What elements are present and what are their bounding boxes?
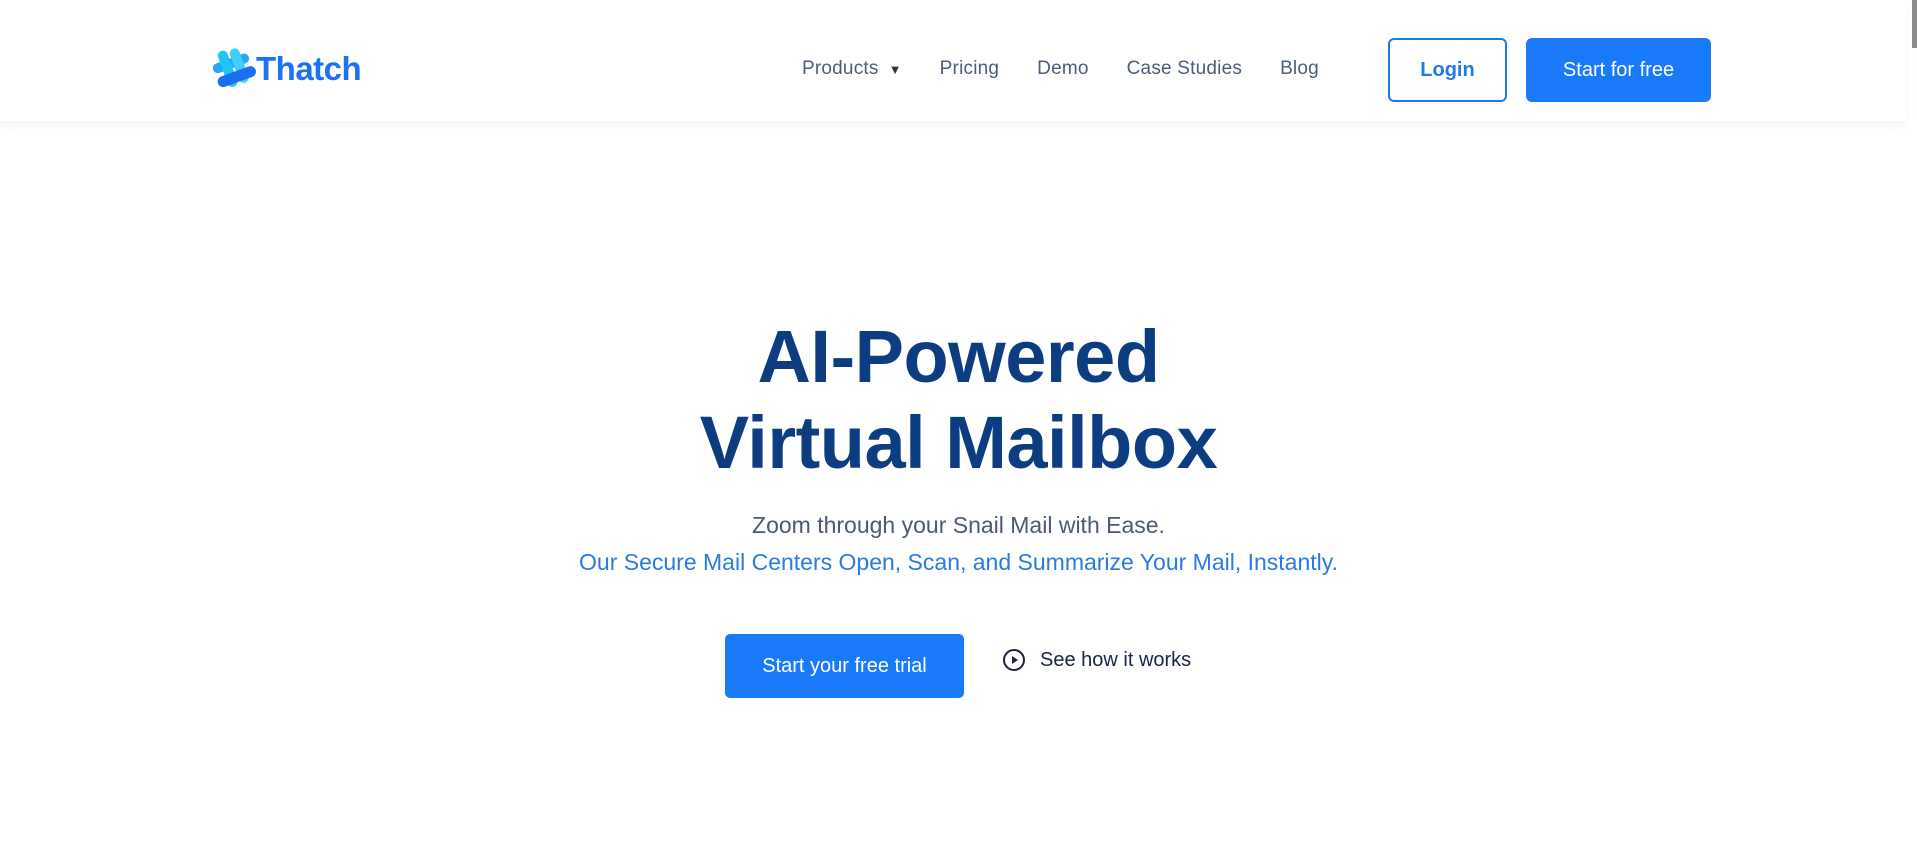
caret-down-icon: ▼ (888, 61, 902, 77)
thatch-logo-icon (212, 48, 256, 88)
nav-item-label: Case Studies (1126, 58, 1243, 79)
see-how-it-works-link[interactable]: See how it works (1002, 648, 1191, 672)
logo-text: Thatch (256, 50, 362, 87)
main-nav: Products ▼ Pricing Demo Case Studies Blo… (802, 58, 1319, 80)
start-free-trial-button[interactable]: Start your free trial (725, 634, 964, 698)
nav-item-label: Pricing (939, 58, 1000, 79)
scrollbar-thumb[interactable] (1912, 0, 1917, 48)
nav-item-case-studies[interactable]: Case Studies (1127, 58, 1242, 80)
nav-item-pricing[interactable]: Pricing (940, 58, 999, 80)
hero-title: AI-Powered Virtual Mailbox (0, 314, 1917, 486)
login-button[interactable]: Login (1388, 38, 1507, 102)
nav-item-blog[interactable]: Blog (1280, 58, 1319, 80)
site-header: Thatch Products ▼ Pricing Demo Case Stud… (0, 0, 1905, 122)
start-for-free-button[interactable]: Start for free (1526, 38, 1711, 102)
see-how-it-works-label: See how it works (1040, 648, 1192, 671)
play-circle-icon (1003, 649, 1025, 671)
nav-item-label: Demo (1037, 58, 1089, 79)
logo[interactable]: Thatch (210, 46, 362, 92)
hero-title-line1: AI-Powered (757, 315, 1160, 398)
hero-tagline: Our Secure Mail Centers Open, Scan, and … (579, 549, 1338, 575)
nav-item-label: Blog (1280, 58, 1319, 79)
nav-item-demo[interactable]: Demo (1037, 58, 1088, 80)
hero-subtitle: Zoom through your Snail Mail with Ease. (752, 512, 1165, 538)
nav-item-products[interactable]: Products ▼ (802, 58, 902, 80)
hero-title-line2: Virtual Mailbox (699, 401, 1218, 484)
nav-item-label: Products (802, 58, 879, 79)
